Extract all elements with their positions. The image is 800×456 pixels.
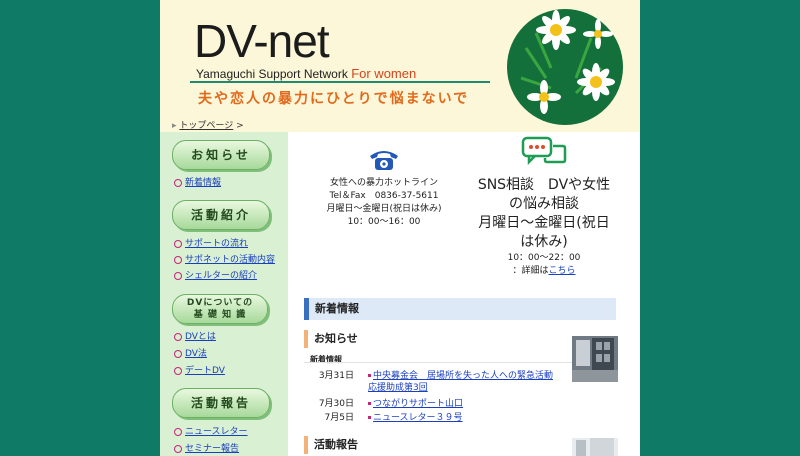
sidebar-item-date-dv[interactable]: デートDV <box>174 363 225 376</box>
sidebar-item-support-flow[interactable]: サポートの流れ <box>174 236 248 249</box>
hotline-hours: 10：00～16：00 <box>347 217 421 227</box>
sns-title-line: の悩み相談 <box>509 196 579 212</box>
sns-title-line: は休み) <box>520 234 568 250</box>
news-item: 7月30日 つながりサポート山口 <box>304 398 560 410</box>
news-link[interactable]: つながりサポート山口 <box>368 398 558 410</box>
news-item: 7月5日 ニュースレター３９号 <box>304 412 560 424</box>
news-link[interactable]: ニュースレター３９号 <box>368 412 558 424</box>
sidebar-item-label: DV法 <box>185 349 207 359</box>
breadcrumb-home-link[interactable]: トップページ <box>179 121 233 131</box>
sidebar-item-dv-law[interactable]: DV法 <box>174 346 207 359</box>
bullet-icon <box>174 178 182 187</box>
bullet-icon <box>174 239 182 248</box>
header-divider <box>190 81 490 83</box>
bullet-icon <box>174 444 182 453</box>
breadcrumb-arrow-icon: ▸ <box>172 121 177 131</box>
subtitle-text: Yamaguchi Support Network <box>196 67 352 81</box>
subtitle-accent: For women <box>351 66 417 81</box>
tagline: 夫や恋人の暴力にひとりで悩まないで <box>198 91 470 107</box>
sns-hours: 10：00～22：00 <box>507 253 581 263</box>
sidebar-item-newsletter[interactable]: ニュースレター <box>174 424 248 437</box>
sns-detail-prefix: ：詳細は <box>512 266 549 276</box>
hotline-tel: Tel＆Fax 0836-37-5611 <box>329 191 439 201</box>
news-divider <box>304 362 574 363</box>
hotline-days: 月曜日～金曜日(祝日は休み) <box>326 204 442 214</box>
sns-block: SNS相談 DVや女性 の悩み相談 月曜日～金曜日(祝日 は休み) 10：00～… <box>464 136 624 278</box>
hotline-title: 女性への暴力ホットライン <box>329 178 438 188</box>
sidebar-heading-reports[interactable]: 活動報告 <box>172 388 270 418</box>
bullet-icon <box>174 366 182 375</box>
bullet-icon <box>174 271 182 280</box>
news-link-text: ニュースレター３９号 <box>373 413 463 423</box>
notice-heading: お知らせ <box>304 330 560 348</box>
sidebar-heading-line: DVについての <box>186 298 254 308</box>
sidebar-item-label: DVとは <box>185 332 216 342</box>
sidebar-heading-line: 基 礎 知 識 <box>193 310 247 320</box>
news-thumbnail-image[interactable] <box>572 336 618 382</box>
section-heading-new-info: 新着情報 <box>304 298 616 320</box>
chat-bubble-icon <box>521 136 567 166</box>
report-thumbnail-image[interactable] <box>572 438 618 456</box>
news-date: 7月30日 <box>318 399 354 409</box>
sidebar-item-label: ニュースレター <box>185 427 248 437</box>
news-date: 7月5日 <box>324 413 354 423</box>
sidebar-heading-activities[interactable]: 活動紹介 <box>172 200 270 230</box>
sidebar-item-activity-content[interactable]: サポネットの活動内容 <box>174 252 275 265</box>
sidebar: お知らせ 新着情報 活動紹介 サポートの流れ サポネットの活動内容 シェルターの… <box>160 132 288 456</box>
sns-detail: ：詳細はこちら <box>464 265 624 278</box>
sidebar-item-label: シェルターの紹介 <box>185 271 258 281</box>
report-heading: 活動報告 <box>304 436 560 454</box>
sidebar-item-label: 新着情報 <box>185 178 222 188</box>
sidebar-item-seminar[interactable]: セミナー報告 <box>174 441 239 454</box>
site-logo[interactable]: DV-net <box>194 14 330 68</box>
bullet-icon <box>174 349 182 358</box>
sidebar-item-label: セミナー報告 <box>185 444 240 454</box>
news-item: 3月31日 中央募金会 居場所を失った人への緊急活動応援助成第3回 <box>304 370 560 396</box>
bullet-icon <box>174 427 182 436</box>
sidebar-heading-dv-basics[interactable]: DVについての基 礎 知 識 <box>172 294 268 324</box>
main-content: 女性への暴力ホットライン Tel＆Fax 0836-37-5611 月曜日～金曜… <box>290 132 638 456</box>
bullet-icon <box>174 255 182 264</box>
sidebar-item-new-info[interactable]: 新着情報 <box>174 175 221 188</box>
sidebar-item-label: デートDV <box>185 366 225 376</box>
sidebar-item-label: サポネットの活動内容 <box>185 255 276 265</box>
news-date: 3月31日 <box>318 371 354 381</box>
sns-title-line: 月曜日～金曜日(祝日 <box>478 215 610 231</box>
sns-title-line: SNS相談 DVや女性 <box>477 177 611 193</box>
bullet-icon <box>368 416 371 419</box>
news-link-text: つながりサポート山口 <box>373 399 464 409</box>
daisy-illustration <box>507 9 623 125</box>
bullet-icon <box>368 402 371 405</box>
breadcrumb: ▸ トップページ > <box>172 118 244 131</box>
sns-title: SNS相談 DVや女性 の悩み相談 月曜日～金曜日(祝日 は休み) <box>464 176 624 252</box>
sns-detail-link[interactable]: こちら <box>549 266 576 276</box>
hotline-block: 女性への暴力ホットライン Tel＆Fax 0836-37-5611 月曜日～金曜… <box>310 146 458 229</box>
sidebar-item-label: サポートの流れ <box>185 239 249 249</box>
site-subtitle: Yamaguchi Support Network For women <box>196 66 416 81</box>
site-header: DV-net Yamaguchi Support Network For wom… <box>160 0 640 132</box>
news-link-text: 中央募金会 居場所を失った人への緊急活動応援助成第3回 <box>368 371 554 393</box>
telephone-icon <box>370 151 398 170</box>
sidebar-item-what-is-dv[interactable]: DVとは <box>174 329 216 342</box>
sidebar-item-shelter[interactable]: シェルターの紹介 <box>174 268 257 281</box>
breadcrumb-separator: > <box>233 121 244 131</box>
bullet-icon <box>174 332 182 341</box>
page-container: DV-net Yamaguchi Support Network For wom… <box>160 0 640 456</box>
bullet-icon <box>368 374 371 377</box>
news-label: 新着情報 <box>310 355 342 364</box>
sidebar-heading-news[interactable]: お知らせ <box>172 140 270 170</box>
news-link[interactable]: 中央募金会 居場所を失った人への緊急活動応援助成第3回 <box>368 370 558 394</box>
